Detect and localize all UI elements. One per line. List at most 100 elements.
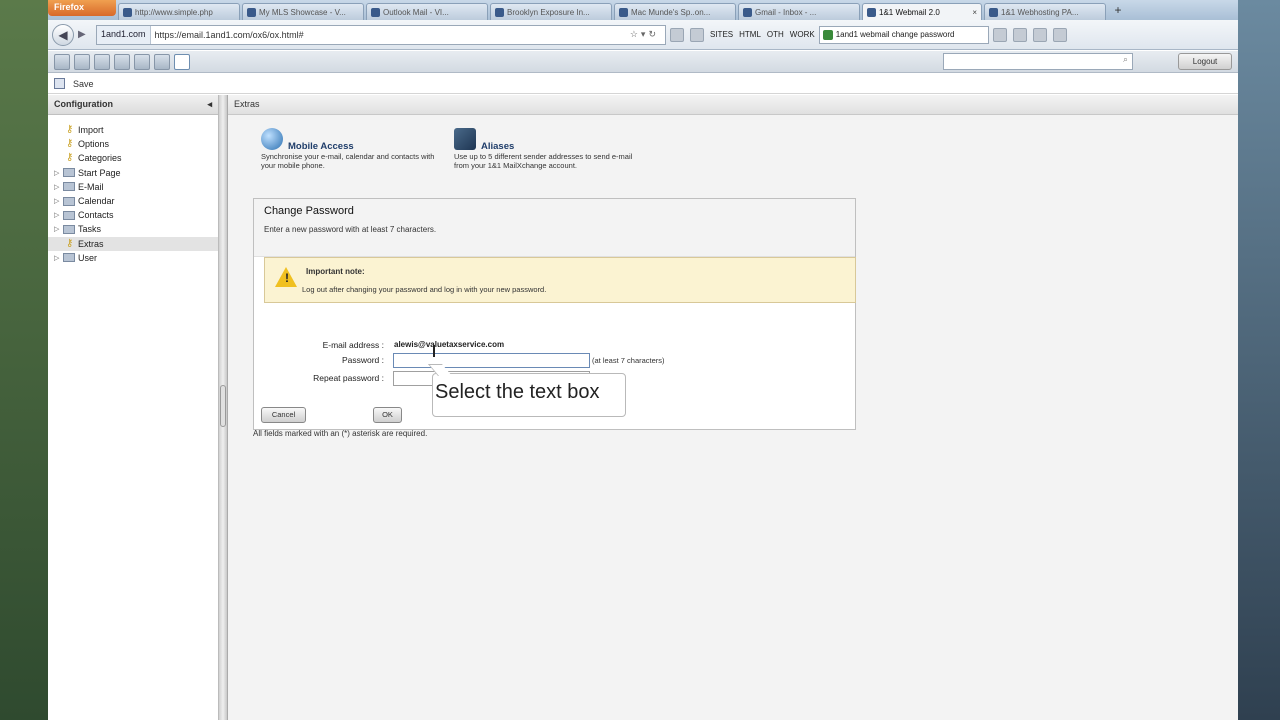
bookmark-sites[interactable]: SITES [710, 30, 733, 39]
sidebar-item-calendar[interactable]: ▷ Calendar [48, 194, 218, 208]
key-icon: ⚷ [66, 152, 74, 164]
contacts-icon[interactable] [114, 53, 130, 70]
tab-favicon-icon [371, 7, 380, 17]
toolbar-addon-icon[interactable] [670, 27, 684, 42]
sidebar-item-email[interactable]: ▷ E-Mail [48, 180, 218, 194]
bookmarks-toolbar: SITES HTML OTH WORK [670, 27, 815, 42]
url-text[interactable]: https://email.1and1.com/ox6/ox.html# [151, 30, 630, 40]
browser-tab[interactable]: My MLS Showcase - V... [242, 3, 364, 20]
sidebar-item-categories[interactable]: ⚷ Categories [48, 151, 218, 165]
expand-arrow-icon[interactable]: ▷ [54, 225, 63, 233]
browser-tab[interactable]: Gmail - Inbox - ... [738, 3, 860, 20]
mail-icon[interactable] [74, 53, 90, 70]
splitter-handle[interactable] [220, 385, 226, 427]
key-icon: ⚷ [66, 237, 74, 249]
browser-tab[interactable]: Outlook Mail - VI... [366, 3, 488, 20]
sidebar-item-label: Categories [78, 153, 122, 164]
save-button[interactable]: Save [69, 78, 98, 90]
forward-button[interactable]: ▶ [78, 26, 92, 44]
browser-tab[interactable]: Brooklyn Exposure In... [490, 3, 612, 20]
repeat-password-label: Repeat password : [313, 373, 384, 383]
instruction-callout: Select the text box [427, 364, 626, 417]
bookmark-star-icon[interactable]: ☆▾↻ [630, 29, 665, 40]
close-tab-icon[interactable]: × [972, 8, 977, 17]
email-value: alewis@valuetaxservice.com [394, 340, 505, 349]
bookmark-work[interactable]: WORK [790, 30, 815, 39]
sidebar-splitter[interactable] [219, 95, 228, 720]
browser-tab[interactable]: http://www.simple.php [118, 3, 240, 20]
sidebar-item-start-page[interactable]: ▷ Start Page [48, 166, 218, 180]
tab-label: 1&1 Webmail 2.0 [879, 7, 940, 17]
search-bar[interactable]: 1and1 webmail change password [818, 25, 989, 44]
sidebar-item-label: Calendar [78, 196, 115, 207]
tab-favicon-icon [247, 7, 256, 17]
sidebar-item-options[interactable]: ⚷ Options [48, 137, 218, 151]
sidebar-title: Configuration [54, 99, 113, 109]
toolbar-addon-icon[interactable] [690, 27, 704, 42]
panel-title: Change Password [264, 205, 354, 217]
tab-favicon-icon [867, 7, 876, 17]
webmail-toolbar: ⌕ Logout [48, 51, 1238, 73]
tab-label: 1&1 Webhosting PA... [1001, 7, 1079, 17]
settings-gear-icon[interactable] [174, 53, 190, 70]
expand-arrow-icon[interactable]: ▷ [54, 254, 63, 262]
new-tab-button[interactable]: + [1108, 3, 1128, 20]
password-hint: (at least 7 characters) [592, 356, 665, 365]
sidebar-item-extras[interactable]: ⚷ Extras [48, 236, 218, 251]
configuration-tree: ⚷ Import ⚷ Options ⚷ Categories ▷ Start Page… [48, 115, 218, 265]
expand-arrow-icon[interactable]: ▷ [54, 211, 63, 219]
files-icon[interactable] [154, 53, 170, 70]
browser-tab[interactable]: 1&1 Webhosting PA... [984, 3, 1106, 20]
home-icon[interactable] [54, 53, 70, 70]
toolbar-addon-icon[interactable] [992, 27, 1007, 42]
toolbar-addon-icon[interactable] [1012, 27, 1027, 42]
sidebar-item-label: Tasks [78, 224, 102, 235]
folder-icon [63, 210, 75, 220]
calendar-icon[interactable] [94, 53, 110, 70]
expand-arrow-icon[interactable]: ▷ [54, 197, 63, 205]
sidebar-item-label: Options [78, 139, 110, 150]
expand-arrow-icon[interactable]: ▷ [54, 169, 63, 177]
toolbar-addon-icon[interactable] [1052, 27, 1067, 42]
address-bar[interactable]: 1and1.com https://email.1and1.com/ox6/ox… [96, 24, 666, 45]
key-icon: ⚷ [66, 138, 74, 150]
app-search-input[interactable]: ⌕ [943, 53, 1133, 70]
save-icon[interactable] [54, 78, 65, 89]
warning-exclamation: ! [285, 271, 289, 285]
toolbar-addon-icon[interactable] [1032, 27, 1047, 42]
feature-title[interactable]: Aliases [481, 141, 514, 152]
browser-tab[interactable]: Mac Munde's Sp..on... [614, 3, 736, 20]
bookmark-html[interactable]: HTML [739, 30, 761, 39]
folder-icon [63, 182, 75, 192]
sidebar-item-import[interactable]: ⚷ Import [48, 123, 218, 137]
ok-button[interactable]: OK [373, 407, 402, 423]
expand-arrow-icon[interactable]: ▷ [54, 183, 63, 191]
text-cursor-icon [433, 345, 435, 357]
password-field[interactable] [393, 353, 590, 368]
tab-favicon-icon [619, 7, 628, 17]
logout-button[interactable]: Logout [1178, 53, 1232, 70]
main-content: Extras Mobile Access Synchronise your e-… [228, 95, 1238, 720]
sidebar-item-contacts[interactable]: ▷ Contacts [48, 208, 218, 222]
browser-window: Firefox http://www.simple.php My MLS Sho… [48, 0, 1238, 720]
password-label: Password : [341, 355, 384, 365]
feature-title[interactable]: Mobile Access [288, 141, 354, 152]
desktop-background-left [0, 0, 48, 720]
note-text: Log out after changing your password and… [302, 285, 547, 294]
sidebar-item-user[interactable]: ▷ User [48, 251, 218, 265]
back-button[interactable]: ◀ [52, 23, 74, 46]
bookmark-oth[interactable]: OTH [767, 30, 784, 39]
tab-label: Outlook Mail - VI... [383, 7, 449, 17]
firefox-menu-button[interactable]: Firefox [48, 0, 116, 16]
site-identity-button[interactable]: 1and1.com [97, 25, 151, 44]
tab-favicon-icon [123, 7, 132, 17]
sidebar-item-label: User [78, 252, 98, 263]
collapse-sidebar-icon[interactable]: ◂ [207, 99, 212, 110]
search-query[interactable]: 1and1 webmail change password [836, 30, 955, 39]
sidebar-item-tasks[interactable]: ▷ Tasks [48, 222, 218, 236]
browser-tab-active[interactable]: 1&1 Webmail 2.0 × [862, 3, 982, 20]
tab-label: http://www.simple.php [135, 7, 213, 17]
navigation-bar: ◀ ▶ 1and1.com https://email.1and1.com/ox… [48, 20, 1238, 50]
cancel-button[interactable]: Cancel [261, 407, 306, 423]
tasks-icon[interactable] [134, 53, 150, 70]
